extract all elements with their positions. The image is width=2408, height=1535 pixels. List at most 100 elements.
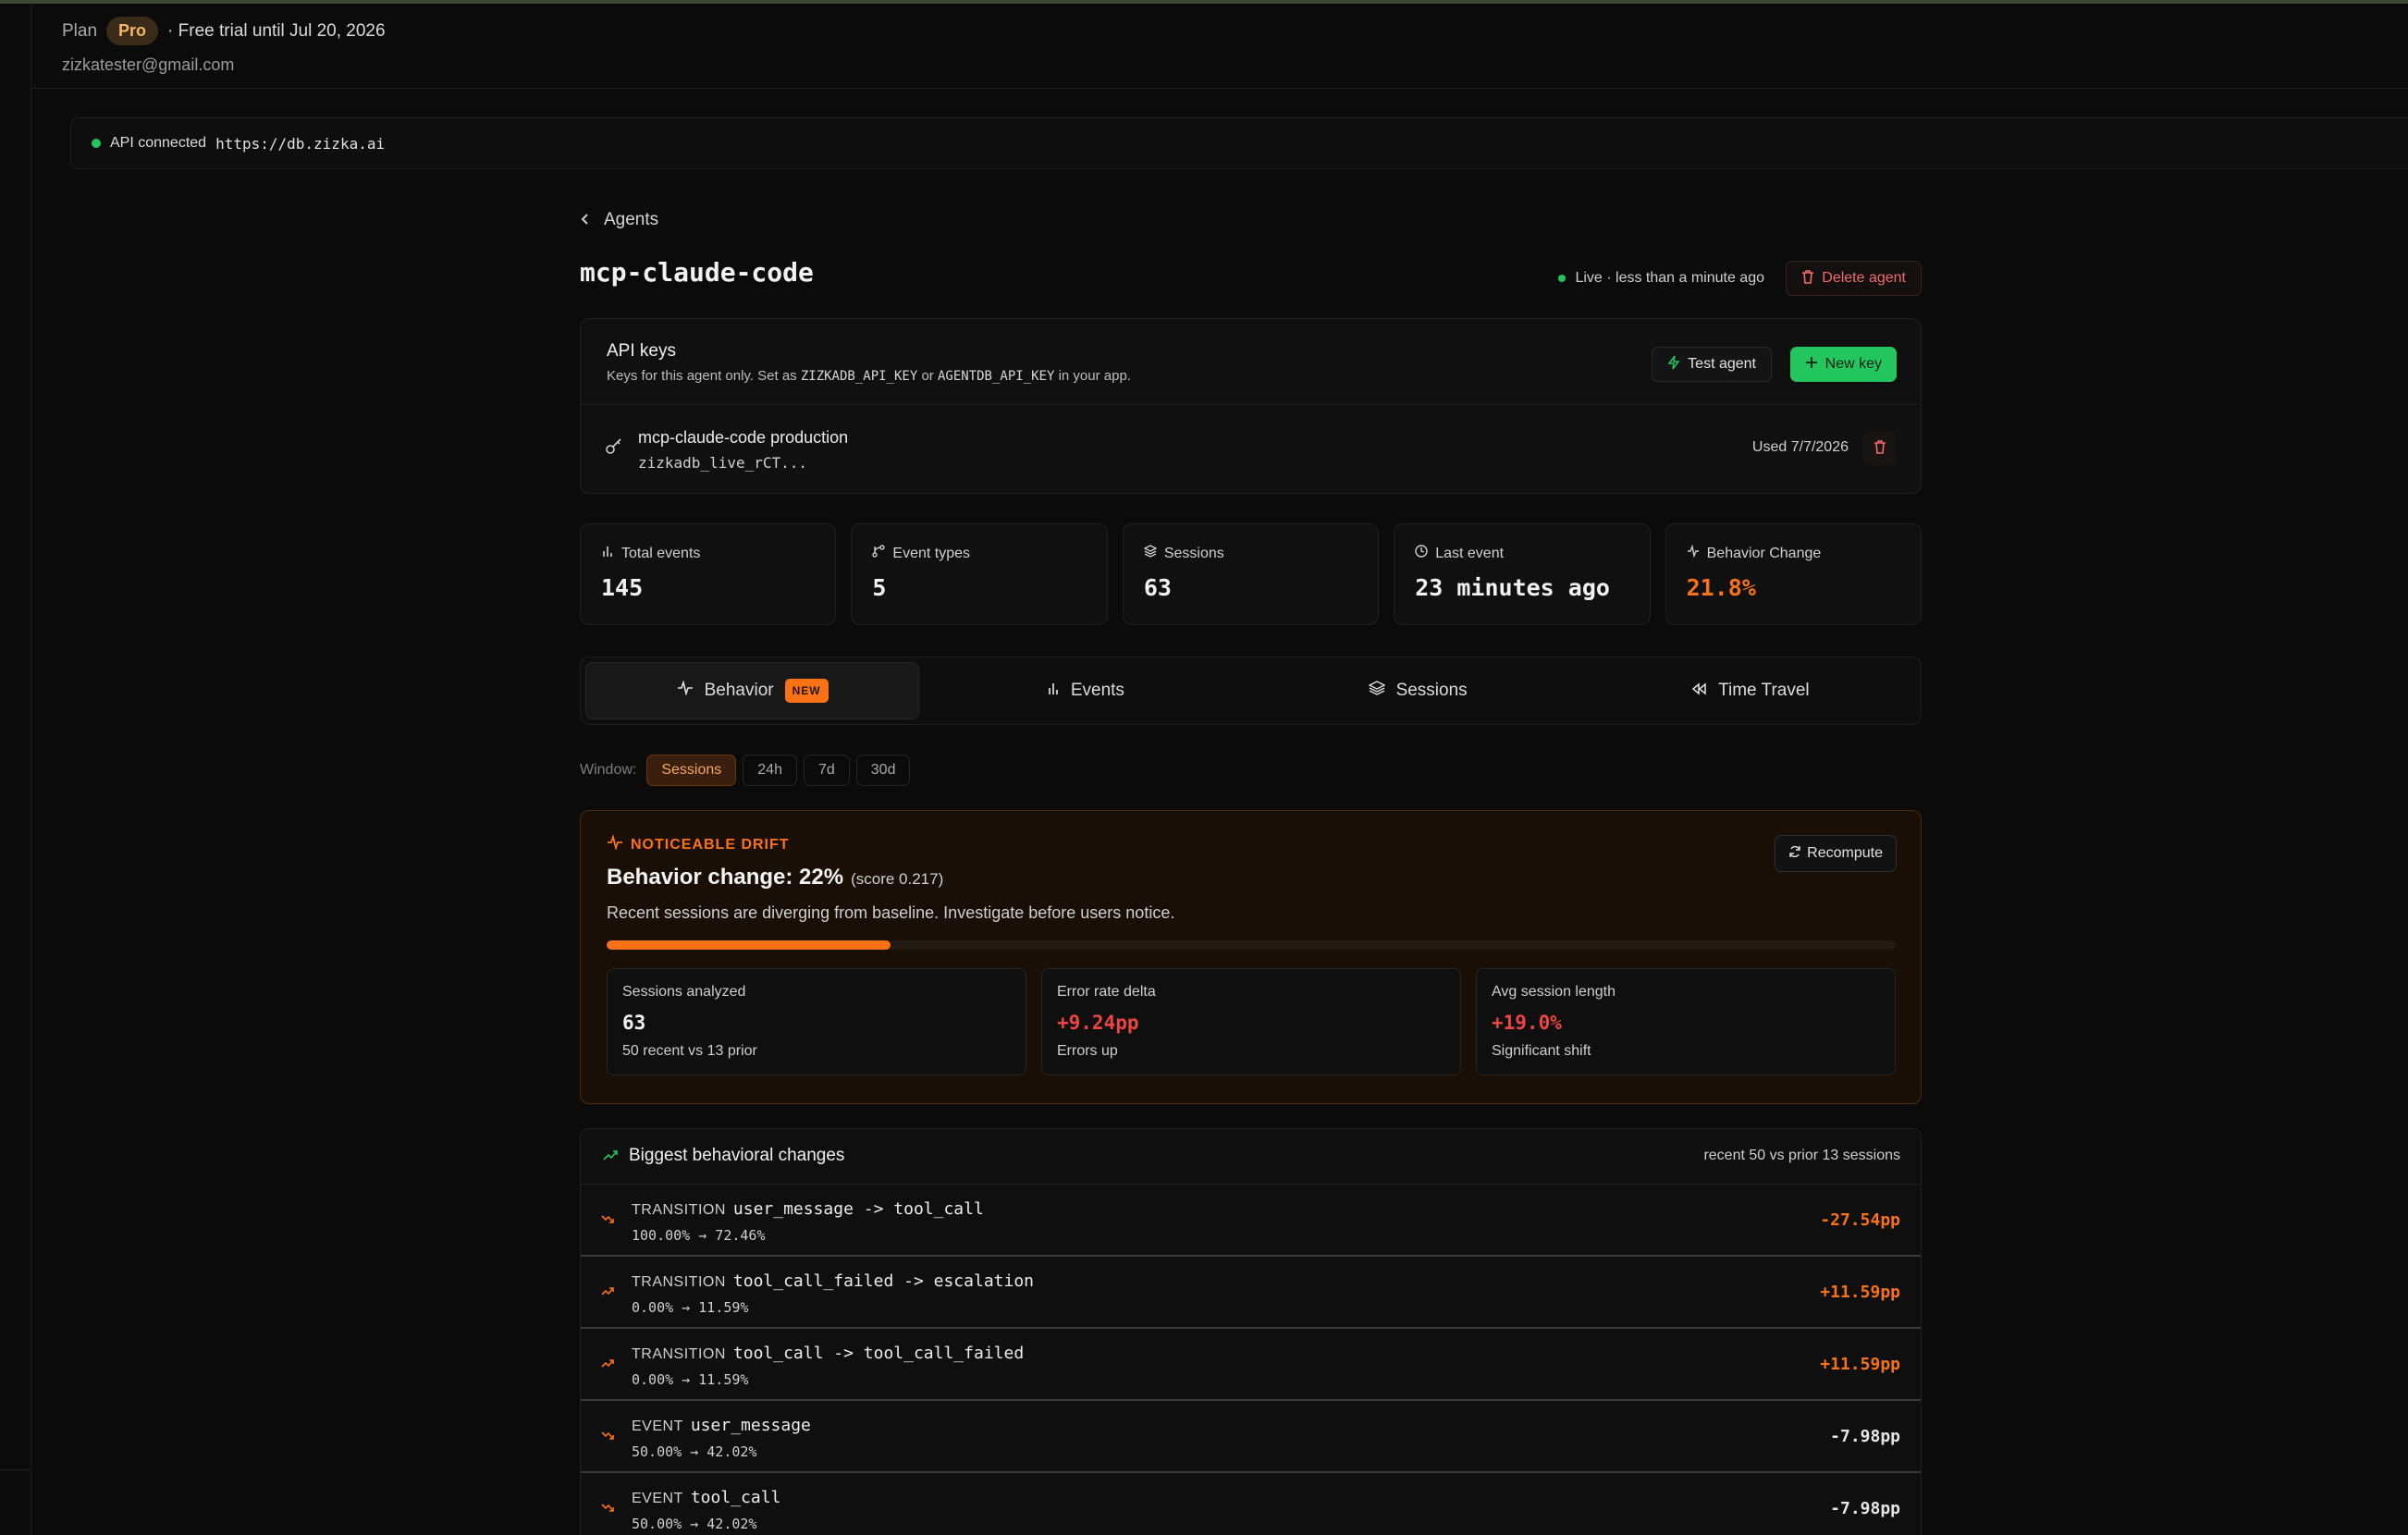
window-label: Window: (580, 762, 637, 778)
bar-chart-icon (601, 545, 614, 562)
change-delta: +11.59pp (1820, 1355, 1900, 1374)
left-rail (0, 4, 31, 1535)
account-email: zizkatester@gmail.com (62, 55, 235, 74)
trash-icon (1801, 269, 1814, 289)
stat-label: Total events (601, 545, 700, 562)
api-key-value: zizkadb_live_rCT... (638, 454, 808, 472)
recompute-button[interactable]: Recompute (1775, 835, 1897, 872)
stat-label-text: Sessions (1163, 545, 1224, 561)
metric-sub: Errors up (1057, 1043, 1118, 1059)
metric-label: Avg session length (1492, 984, 1616, 1000)
new-badge: NEW (784, 679, 829, 703)
api-status-label: API connected (110, 135, 207, 151)
new-key-button[interactable]: New key (1789, 347, 1897, 382)
layers-icon (1143, 545, 1158, 562)
window-option-7d[interactable]: 7d (803, 755, 850, 786)
change-row[interactable]: TRANSITION tool_call -> tool_call_failed 0… (581, 1329, 1921, 1401)
plan-row: Plan Pro · Free trial until Jul 20, 2026 (62, 17, 386, 45)
tab-label: Events (1070, 681, 1124, 700)
change-delta: -7.98pp (1830, 1427, 1900, 1446)
change-name: user_message -> tool_call (732, 1199, 984, 1219)
tab-time-travel[interactable]: Time Travel (1584, 662, 1916, 719)
status-dot-icon (92, 139, 101, 148)
stat-label-text: Behavior Change (1706, 545, 1822, 561)
key-icon (605, 437, 623, 461)
plan-label: Plan (62, 20, 98, 41)
api-status-bar: API connected https://db.zizka.ai (70, 117, 2408, 169)
lightning-icon (1667, 355, 1680, 375)
stat-label-text: Total events (621, 545, 701, 561)
recompute-label: Recompute (1807, 845, 1883, 861)
metric-value: 63 (622, 1012, 646, 1034)
drift-title: Behavior change: 22% (score 0.217) (607, 865, 943, 890)
trending-down-icon (601, 1212, 614, 1229)
behavioral-changes-panel: Biggest behavioral changes recent 50 vs … (580, 1128, 1922, 1535)
stat-value: 63 (1143, 574, 1172, 601)
stat-event-types: Event types 5 (851, 523, 1108, 625)
metric-sub: 50 recent vs 13 prior (622, 1043, 757, 1059)
change-kind-label: EVENT (632, 1418, 683, 1434)
stat-sessions: Sessions 63 (1122, 523, 1380, 625)
change-name: tool_call -> tool_call_failed (732, 1344, 1025, 1363)
refresh-icon (1788, 845, 1801, 863)
change-kind-label: EVENT (632, 1491, 683, 1506)
subtitle-text: in your app. (1054, 368, 1131, 384)
change-range: 0.00% → 11.59% (632, 1299, 749, 1316)
live-status: Live · less than a minute ago (1558, 270, 1764, 287)
stat-label-text: Last event (1435, 545, 1505, 561)
tab-label: Behavior (704, 681, 774, 700)
tab-events[interactable]: Events (919, 662, 1251, 719)
change-row[interactable]: EVENT user_message 50.00% → 42.02% -7.98pp (581, 1401, 1921, 1473)
window-option-sessions[interactable]: Sessions (646, 755, 737, 786)
trash-icon (1874, 439, 1886, 459)
change-row[interactable]: TRANSITION user_message -> tool_call 100.0… (581, 1185, 1921, 1257)
stat-label: Sessions (1143, 545, 1224, 562)
drift-progress-bar (607, 940, 1896, 950)
subtitle-text: Keys for this agent only. Set as (607, 368, 801, 384)
env-var-zizkadb: ZIZKADB_API_KEY (800, 369, 918, 384)
api-keys-header: API keys Keys for this agent only. Set a… (581, 319, 1921, 405)
activity-icon (1687, 544, 1700, 562)
tab-sessions[interactable]: Sessions (1252, 662, 1584, 719)
live-status-text: Live · less than a minute ago (1575, 270, 1764, 286)
changes-list: TRANSITION user_message -> tool_call 100.0… (581, 1185, 1921, 1535)
api-keys-title: API keys (607, 341, 676, 361)
api-key-row: mcp-claude-code production zizkadb_live_… (581, 406, 1921, 494)
change-delta: +11.59pp (1820, 1283, 1900, 1302)
live-dot-icon (1558, 275, 1566, 282)
rail-divider (0, 1469, 31, 1470)
env-var-agentdb: AGENTDB_API_KEY (937, 369, 1055, 384)
metric-value: +19.0% (1492, 1012, 1562, 1034)
tab-behavior[interactable]: Behavior NEW (585, 662, 920, 719)
drift-tag-label: NOTICEABLE DRIFT (631, 836, 790, 853)
change-kind: EVENT tool_call (632, 1488, 780, 1507)
change-kind: TRANSITION tool_call_failed -> escalation (632, 1271, 1034, 1291)
change-row[interactable]: EVENT tool_call 50.00% → 42.02% -7.98pp (581, 1473, 1921, 1535)
trial-text: · Free trial until Jul 20, 2026 (167, 20, 386, 41)
metric-label: Error rate delta (1057, 984, 1156, 1000)
subtitle-text: or (917, 368, 938, 384)
back-link[interactable]: Agents (580, 202, 1922, 239)
changes-title: Biggest behavioral changes (603, 1146, 844, 1166)
changes-meta: recent 50 vs prior 13 sessions (1703, 1148, 1900, 1163)
drift-score: (score 0.217) (851, 870, 944, 888)
test-agent-button[interactable]: Test agent (1652, 347, 1772, 382)
stat-value: 5 (872, 574, 887, 601)
change-range: 100.00% → 72.46% (632, 1227, 766, 1244)
metric-value: +9.24pp (1057, 1012, 1139, 1034)
window-option-30d[interactable]: 30d (855, 755, 911, 786)
main-content: Agents mcp-claude-code Live · less than … (580, 202, 1923, 1535)
window-option-24h[interactable]: 24h (743, 755, 797, 786)
delete-key-button[interactable] (1863, 432, 1897, 465)
clock-icon (1415, 545, 1428, 562)
delete-agent-button[interactable]: Delete agent (1786, 261, 1922, 296)
drift-description: Recent sessions are diverging from basel… (607, 903, 1175, 922)
change-delta: -7.98pp (1830, 1499, 1900, 1518)
trending-up-icon (601, 1357, 614, 1373)
stat-label: Last event (1415, 545, 1504, 562)
metric-sub: Significant shift (1492, 1043, 1591, 1059)
api-keys-card: API keys Keys for this agent only. Set a… (580, 318, 1922, 494)
change-range: 50.00% → 42.02% (632, 1516, 757, 1532)
change-row[interactable]: TRANSITION tool_call_failed -> escalation… (581, 1257, 1921, 1329)
bar-chart-icon (1047, 681, 1060, 701)
